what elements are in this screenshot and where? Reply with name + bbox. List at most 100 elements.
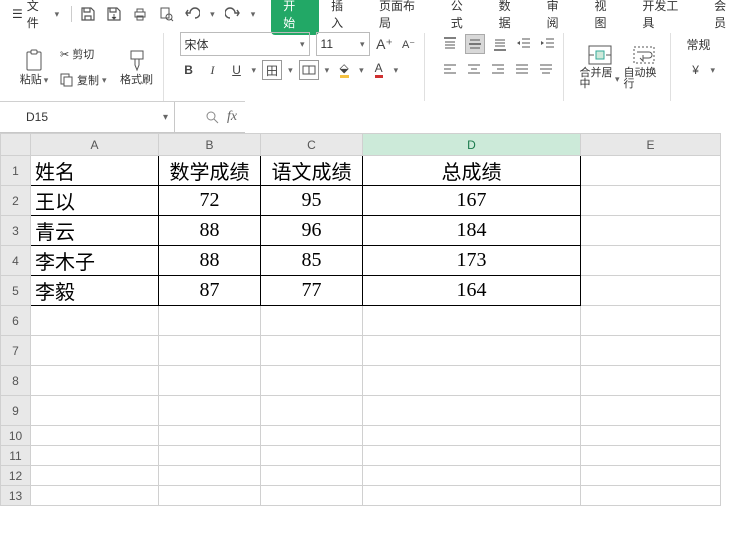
align-left-icon[interactable]	[441, 61, 459, 79]
cell[interactable]: 语文成绩	[261, 156, 363, 186]
cell[interactable]	[581, 466, 721, 486]
fill-color-more-icon[interactable]: ▾	[359, 65, 364, 76]
cell[interactable]: 77	[261, 276, 363, 306]
align-right-icon[interactable]	[489, 61, 507, 79]
cell[interactable]	[581, 156, 721, 186]
cell[interactable]	[363, 366, 581, 396]
cell[interactable]	[261, 486, 363, 506]
save-icon[interactable]	[80, 6, 96, 22]
cell[interactable]	[31, 306, 159, 336]
cell[interactable]	[363, 426, 581, 446]
align-bottom-icon[interactable]	[491, 35, 509, 53]
cell[interactable]	[581, 396, 721, 426]
cell[interactable]	[31, 336, 159, 366]
col-header-E[interactable]: E	[581, 134, 721, 156]
select-all-corner[interactable]	[1, 134, 31, 156]
row-header[interactable]: 5	[1, 276, 31, 306]
font-color-more-icon[interactable]: ▾	[394, 65, 399, 76]
merge-icon[interactable]	[299, 60, 319, 80]
cell[interactable]: 青云	[31, 216, 159, 246]
cell[interactable]	[159, 466, 261, 486]
tab-home[interactable]: 开始	[271, 0, 319, 35]
borders-more-icon[interactable]: ▾	[288, 65, 293, 76]
magnify-icon[interactable]	[205, 110, 219, 124]
col-header-C[interactable]: C	[261, 134, 363, 156]
cell[interactable]: 总成绩	[363, 156, 581, 186]
cell[interactable]	[261, 336, 363, 366]
distributed-icon[interactable]	[537, 61, 555, 79]
currency-icon[interactable]: ¥	[687, 61, 705, 79]
cell[interactable]	[581, 336, 721, 366]
save-as-icon[interactable]	[106, 6, 122, 22]
font-color-icon[interactable]: A	[370, 61, 388, 79]
increase-font-icon[interactable]: A⁺	[376, 35, 394, 53]
col-header-B[interactable]: B	[159, 134, 261, 156]
increase-indent-icon[interactable]	[539, 35, 557, 53]
row-header[interactable]: 9	[1, 396, 31, 426]
print-icon[interactable]	[132, 6, 148, 22]
format-painter-button[interactable]: 格式刷	[117, 39, 157, 95]
cell[interactable]	[159, 366, 261, 396]
cell[interactable]	[261, 366, 363, 396]
cell[interactable]: 85	[261, 246, 363, 276]
cell[interactable]	[261, 446, 363, 466]
cell[interactable]	[31, 396, 159, 426]
cell[interactable]	[159, 426, 261, 446]
cell[interactable]	[581, 246, 721, 276]
cell[interactable]	[581, 446, 721, 466]
number-format-label[interactable]: 常规	[687, 36, 711, 53]
redo-more-icon[interactable]: ▾	[251, 9, 256, 20]
cut-button[interactable]: ✂ 剪切	[58, 44, 109, 64]
tab-review[interactable]: 审阅	[535, 0, 583, 35]
wrap-text-button[interactable]: 自动换行	[624, 39, 664, 95]
formula-input[interactable]	[245, 101, 750, 133]
currency-more-icon[interactable]: ▾	[711, 65, 716, 76]
cell[interactable]	[159, 396, 261, 426]
row-header[interactable]: 11	[1, 446, 31, 466]
cell[interactable]	[363, 466, 581, 486]
tab-member[interactable]: 会员	[702, 0, 750, 35]
print-preview-icon[interactable]	[158, 6, 174, 22]
redo-icon[interactable]	[225, 6, 241, 22]
cell[interactable]	[261, 466, 363, 486]
cell[interactable]	[261, 426, 363, 446]
justify-icon[interactable]	[513, 61, 531, 79]
cell[interactable]: 李毅	[31, 276, 159, 306]
row-header[interactable]: 12	[1, 466, 31, 486]
copy-button[interactable]: 复制▾	[58, 70, 109, 90]
cell[interactable]	[363, 446, 581, 466]
cell[interactable]	[581, 216, 721, 246]
cell[interactable]	[581, 306, 721, 336]
cell[interactable]: 167	[363, 186, 581, 216]
cell[interactable]	[159, 306, 261, 336]
undo-more-icon[interactable]: ▾	[210, 9, 215, 20]
col-header-A[interactable]: A	[31, 134, 159, 156]
font-size-select[interactable]: 11 ▾	[316, 32, 370, 56]
cell[interactable]	[31, 426, 159, 446]
align-top-icon[interactable]	[441, 35, 459, 53]
cell[interactable]: 173	[363, 246, 581, 276]
row-header[interactable]: 13	[1, 486, 31, 506]
row-header[interactable]: 8	[1, 366, 31, 396]
cell[interactable]	[261, 396, 363, 426]
cell[interactable]	[581, 276, 721, 306]
undo-icon[interactable]	[184, 6, 200, 22]
borders-icon[interactable]: 田	[262, 60, 282, 80]
cell[interactable]	[159, 336, 261, 366]
cell[interactable]: 184	[363, 216, 581, 246]
cell[interactable]	[363, 306, 581, 336]
name-box[interactable]: D15 ▾	[0, 102, 175, 132]
row-header[interactable]: 1	[1, 156, 31, 186]
merge-center-button[interactable]: 合并居中▾	[580, 39, 620, 95]
align-middle-icon[interactable]	[465, 34, 485, 54]
cell[interactable]: 数学成绩	[159, 156, 261, 186]
fill-color-icon[interactable]: ⬙	[335, 61, 353, 79]
cell[interactable]	[581, 426, 721, 446]
cell[interactable]	[31, 446, 159, 466]
cell[interactable]	[363, 486, 581, 506]
tab-dev-tools[interactable]: 开发工具	[630, 0, 702, 35]
decrease-indent-icon[interactable]	[515, 35, 533, 53]
cell[interactable]	[363, 396, 581, 426]
tab-formulas[interactable]: 公式	[439, 0, 487, 35]
row-header[interactable]: 2	[1, 186, 31, 216]
